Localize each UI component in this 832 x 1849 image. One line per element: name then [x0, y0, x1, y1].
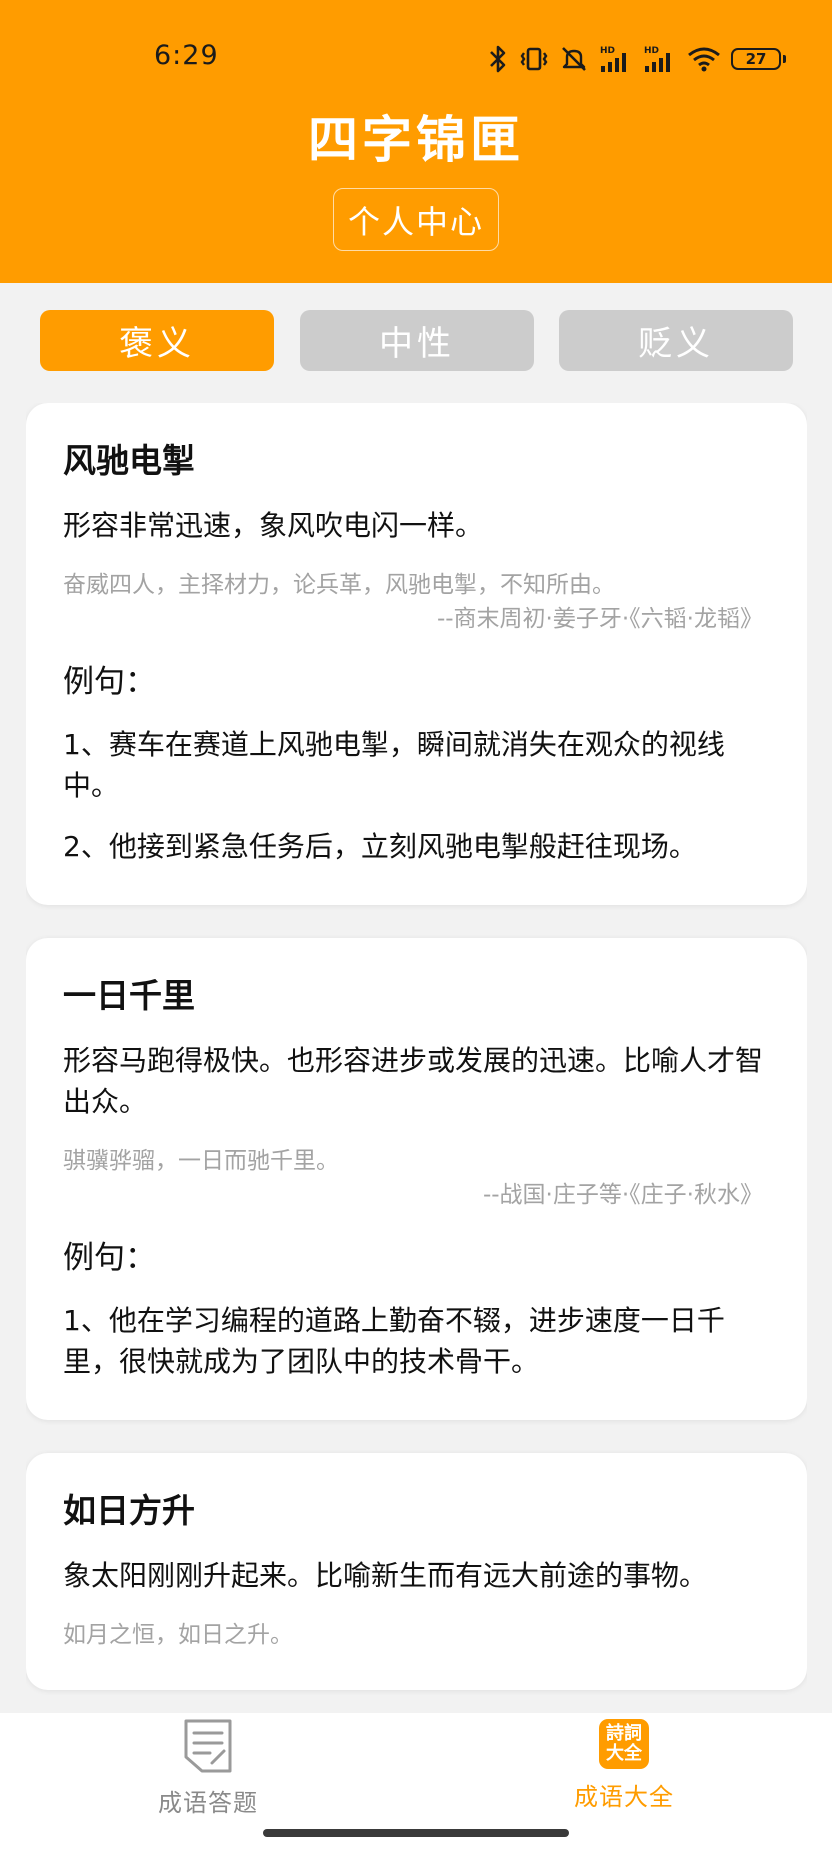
nav-item-idiom-collection[interactable]: 詩詞 大全 成语大全: [524, 1713, 724, 1833]
idiom-name: 风驰电掣: [63, 441, 195, 480]
idiom-list[interactable]: 风驰电掣 形容非常迅速，象风吹电闪一样。 奋威四人，主择材力，论兵革，风驰电掣，…: [26, 403, 807, 1713]
idiom-meaning: 象太阳刚刚升起来。比喻新生而有远大前途的事物。: [63, 1559, 708, 1592]
poem-icon-text: 大全: [606, 1743, 642, 1764]
idiom-name: 一日千里: [63, 976, 195, 1015]
idiom-card[interactable]: 一日千里 形容马跑得极快。也形容进步或发展的迅速。比喻人才智出众。 骐骥骅骝，一…: [26, 938, 807, 1420]
status-icons: HD HD 27: [487, 42, 786, 76]
idiom-origin: --战国·庄子等·《庄子·秋水》: [482, 1182, 763, 1208]
hd-signal-icon: HD: [600, 46, 626, 72]
tab-negative[interactable]: 贬义: [559, 310, 793, 371]
hd-signal-icon: HD: [644, 46, 670, 72]
vibrate-icon: [520, 47, 548, 71]
bluetooth-icon: [490, 45, 506, 73]
screen: 6:29 HD HD 27 四字锦匣 个人中心 褒义 中性 贬义 风驰电掣 形容…: [0, 0, 832, 1849]
status-bar: 6:29 HD HD 27: [0, 38, 832, 78]
example-sentence: 1、他在学习编程的道路上勤奋不辍，进步速度一日千里，很快就成为了团队中的技术骨干…: [63, 1304, 725, 1378]
mute-icon: [562, 47, 586, 71]
example-heading: 例句：: [63, 1240, 156, 1276]
svg-text:HD: HD: [600, 46, 615, 56]
battery-level: 27: [731, 48, 781, 70]
battery-tip: [783, 55, 786, 63]
app-title: 四字锦匣: [308, 111, 524, 169]
example-sentence: 2、他接到紧急任务后，立刻风驰电掣般赶往现场。: [63, 830, 697, 863]
sentiment-tabs: 褒义 中性 贬义: [40, 310, 793, 371]
poem-icon-text: 詩詞: [606, 1723, 642, 1744]
header: 6:29 HD HD 27 四字锦匣 个人中心: [0, 0, 832, 283]
idiom-name: 如日方升: [63, 1491, 195, 1530]
idiom-meaning: 形容马跑得极快。也形容进步或发展的迅速。比喻人才智出众。: [63, 1044, 764, 1118]
svg-text:HD: HD: [644, 46, 659, 56]
personal-center-button[interactable]: 个人中心: [333, 188, 499, 251]
idiom-card[interactable]: 如日方升 象太阳刚刚升起来。比喻新生而有远大前途的事物。 如月之恒，如日之升。: [26, 1453, 807, 1690]
example-sentence: 1、赛车在赛道上风驰电掣，瞬间就消失在观众的视线中。: [63, 728, 725, 802]
status-time: 6:29: [154, 40, 219, 71]
idiom-source: 骐骥骅骝，一日而驰千里。: [63, 1148, 339, 1174]
idiom-source: 奋威四人，主择材力，论兵革，风驰电掣，不知所由。: [63, 572, 615, 598]
idiom-card[interactable]: 风驰电掣 形容非常迅速，象风吹电闪一样。 奋威四人，主择材力，论兵革，风驰电掣，…: [26, 403, 807, 905]
tab-positive[interactable]: 褒义: [40, 310, 274, 371]
idiom-source: 如月之恒，如日之升。: [63, 1622, 293, 1648]
poem-collection-icon: 詩詞 大全: [599, 1719, 649, 1769]
example-heading: 例句：: [63, 664, 156, 700]
home-indicator[interactable]: [263, 1829, 569, 1837]
tab-neutral[interactable]: 中性: [300, 310, 534, 371]
wifi-icon: [688, 47, 720, 72]
idiom-meaning: 形容非常迅速，象风吹电闪一样。: [63, 509, 484, 542]
nav-label: 成语答题: [158, 1789, 258, 1817]
nav-label: 成语大全: [574, 1783, 674, 1811]
battery-icon: 27: [731, 48, 786, 70]
idiom-origin: --商末周初·姜子牙·《六韬·龙韬》: [436, 606, 763, 632]
nav-item-quiz[interactable]: 成语答题: [108, 1713, 308, 1833]
quiz-document-icon: [184, 1719, 232, 1773]
